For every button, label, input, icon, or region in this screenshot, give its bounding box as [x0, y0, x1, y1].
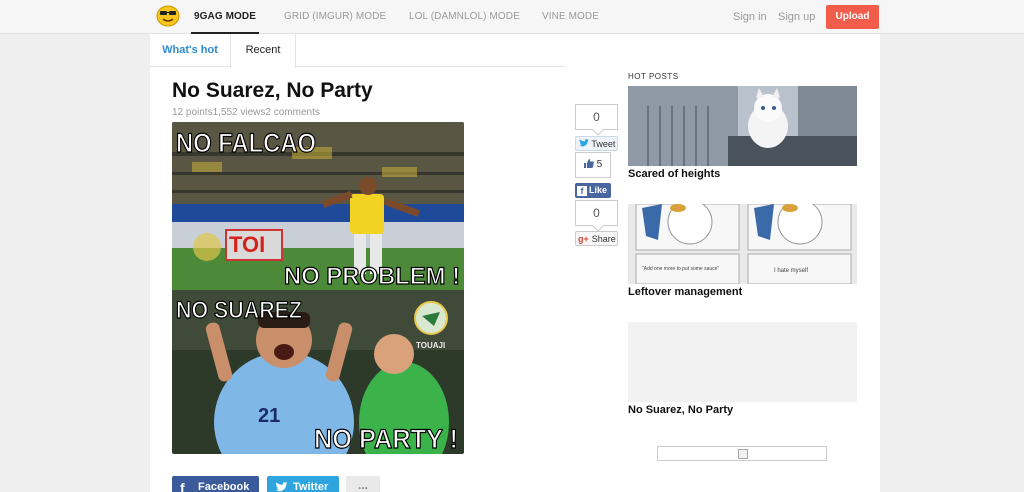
hot-post-title-3[interactable]: No Suarez, No Party [628, 404, 733, 416]
banner-text: TOI [229, 232, 265, 257]
share-label: Share [591, 234, 616, 244]
google-plus-icon: g+ [578, 234, 589, 244]
thumbs-up-icon [583, 159, 594, 168]
broken-image-icon [738, 449, 748, 459]
mode-vine[interactable]: VINE MODE [542, 11, 599, 22]
meme-text-bottom: NO PARTY ! [314, 424, 458, 454]
tweet-count: 0 [575, 104, 618, 130]
gplus-count: 0 [575, 200, 618, 226]
like-count-value: 5 [596, 159, 603, 170]
meme-text-top: NO FALCAO [176, 128, 316, 158]
main-content: What's hot Recent No Suarez, No Party 12… [150, 34, 880, 492]
facebook-icon: f [180, 480, 185, 492]
leftover-caption-2: I hate myself [774, 268, 808, 274]
tweet-button[interactable]: Tweet [575, 136, 618, 151]
meme-text-lower: NO SUAREZ [176, 297, 302, 324]
hot-post-thumb-placeholder[interactable] [628, 322, 857, 402]
jersey-number: 21 [258, 405, 280, 427]
mode-grid-imgur[interactable]: GRID (IMGUR) MODE [284, 11, 386, 22]
watermark-badge-text: TOUAJI [416, 341, 445, 350]
facebook-share-button[interactable]: f Facebook [172, 476, 259, 492]
more-share-button[interactable]: ... [346, 476, 380, 492]
top-nav-bar: 9GAG MODE GRID (IMGUR) MODE LOL (DAMNLOL… [0, 0, 1024, 35]
twitter-share-button[interactable]: Twitter [267, 476, 339, 492]
meme-text-mid: NO PROBLEM ! [284, 263, 460, 290]
leftover-caption-1: "Add one more to put some sauce" [642, 266, 719, 272]
mode-lol-damnlol[interactable]: LOL (DAMNLOL) MODE [409, 11, 520, 22]
twitter-share-label: Twitter [293, 481, 329, 492]
post-image[interactable]: TOI 21 TOUAJI NO FALCAO NO PROBLEM ! NO … [172, 122, 464, 454]
hot-post-title-2[interactable]: Leftover management [628, 286, 742, 298]
upload-button[interactable]: Upload [826, 5, 879, 29]
feed-tabs: What's hot Recent [150, 34, 565, 68]
like-count: 5 [575, 152, 611, 178]
facebook-f-icon: f [577, 186, 587, 196]
post-meta: 12 points1,552 views2 comments [172, 107, 320, 118]
like-label: Like [589, 185, 608, 195]
hot-post-title-1[interactable]: Scared of heights [628, 168, 720, 180]
hot-post-thumb-leftover[interactable]: "Add one more to put some sauce" I hate … [628, 204, 857, 284]
tweet-label: Tweet [591, 139, 616, 149]
ad-slot[interactable] [657, 446, 827, 461]
tab-recent[interactable]: Recent [230, 34, 296, 68]
twitter-icon [275, 482, 288, 492]
mode-9gag[interactable]: 9GAG MODE [190, 11, 260, 35]
hot-post-thumb-kitten[interactable] [628, 86, 857, 166]
troll-face-logo-icon[interactable] [156, 5, 180, 27]
twitter-bird-icon [579, 139, 589, 147]
post-title[interactable]: No Suarez, No Party [172, 79, 373, 103]
gplus-share-button[interactable]: g+ Share [575, 231, 618, 246]
tab-whats-hot[interactable]: What's hot [150, 34, 230, 67]
sign-in-link[interactable]: Sign in [733, 11, 767, 23]
sign-up-link[interactable]: Sign up [778, 11, 815, 23]
hot-posts-heading: HOT POSTS [628, 72, 679, 81]
facebook-like-button[interactable]: f Like [575, 183, 611, 198]
facebook-share-label: Facebook [198, 481, 250, 492]
